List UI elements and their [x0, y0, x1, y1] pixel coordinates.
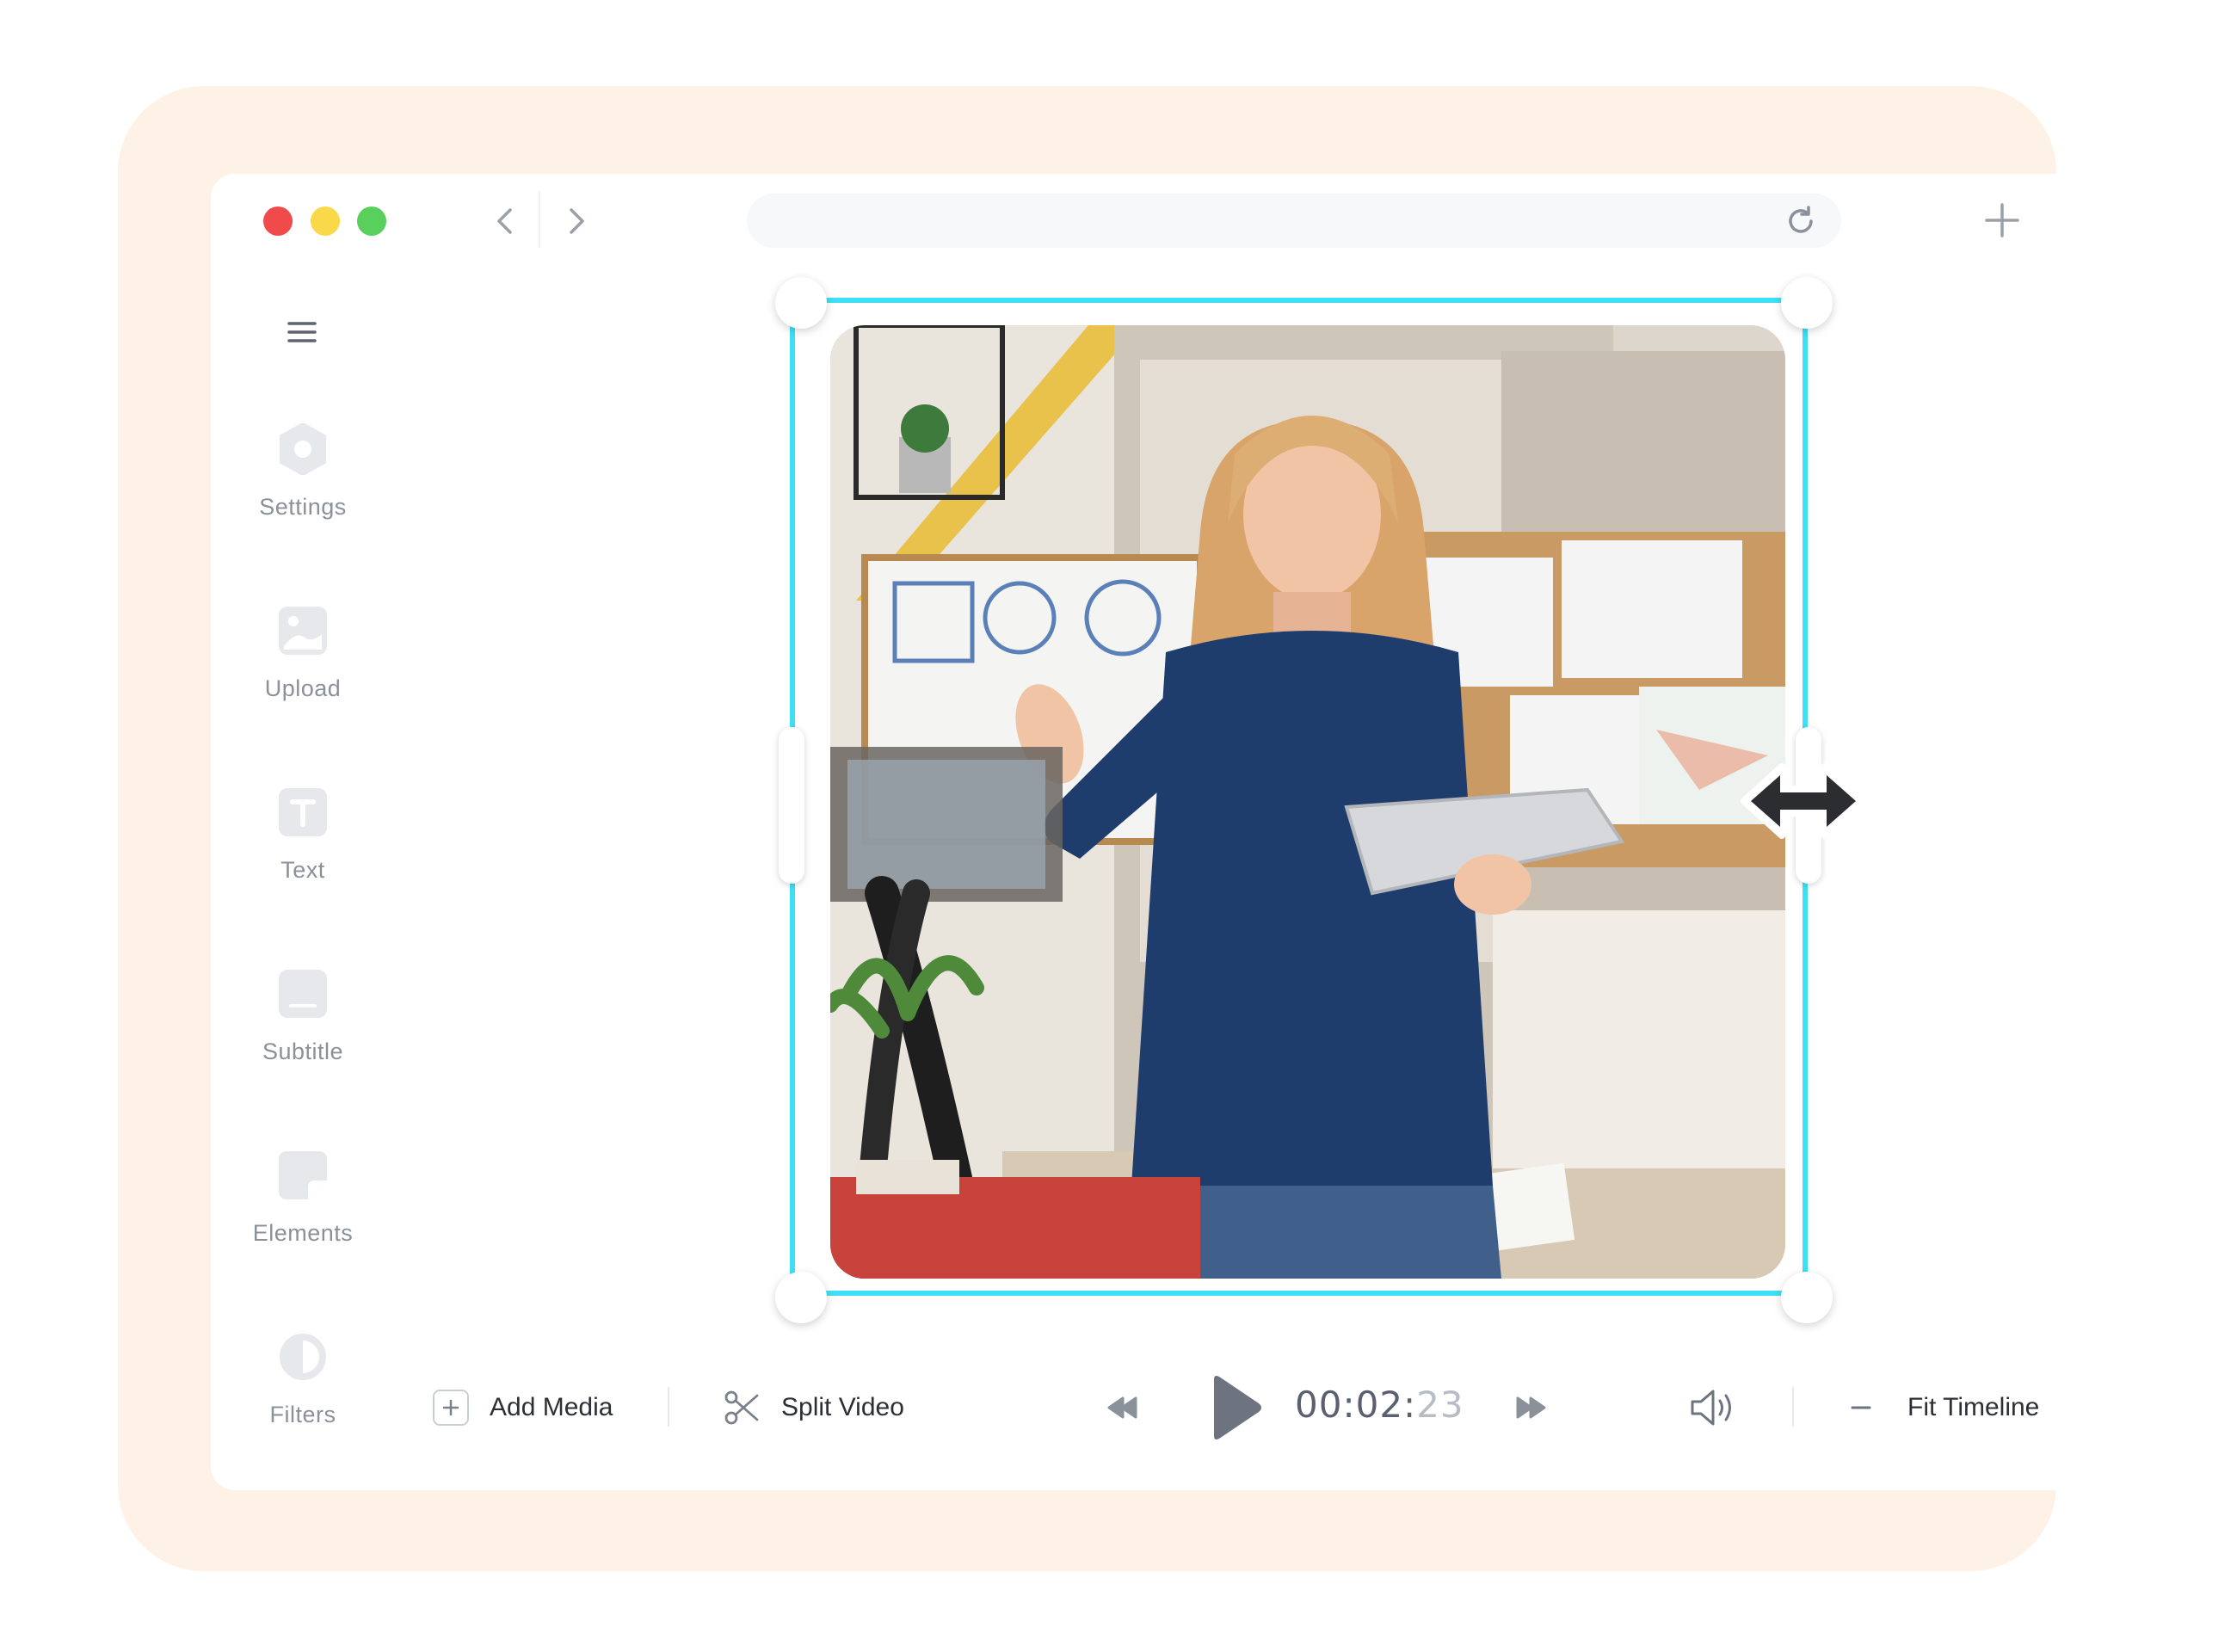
gear-icon — [280, 423, 326, 475]
sidebar-item-label: Text — [280, 857, 325, 883]
scissors-icon — [724, 1390, 759, 1425]
sidebar-item-elements[interactable]: Elements — [231, 1150, 375, 1279]
selection-frame[interactable] — [790, 298, 1808, 1296]
resize-handle-bottom-left[interactable] — [775, 1272, 827, 1323]
reload-icon — [1789, 206, 1813, 233]
sidebar-item-upload[interactable]: Upload — [231, 605, 375, 734]
zoom-out-button[interactable] — [1848, 1381, 1874, 1434]
time-frames: 23 — [1416, 1384, 1464, 1426]
fast-forward-icon — [1516, 1396, 1546, 1419]
toolbar-divider — [1792, 1387, 1794, 1427]
sidebar-item-subtitle[interactable]: Subtitle — [231, 968, 375, 1097]
sidebar-item-filters[interactable]: Filters — [231, 1331, 375, 1460]
minimize-window-button[interactable] — [311, 206, 340, 236]
add-media-label: Add Media — [490, 1393, 613, 1421]
time-main: 00:02: — [1295, 1384, 1417, 1426]
sidebar-item-text[interactable]: Text — [231, 786, 375, 915]
add-media-button[interactable]: Add Media — [433, 1381, 613, 1434]
volume-button[interactable] — [1689, 1381, 1739, 1434]
nav-divider — [539, 191, 540, 248]
fit-timeline-button[interactable]: Fit Timeline — [1907, 1381, 2039, 1434]
image-upload-icon — [279, 607, 327, 655]
new-tab-button[interactable] — [1983, 201, 2021, 239]
sidebar-item-label: Settings — [259, 494, 347, 520]
rewind-button[interactable] — [1106, 1381, 1142, 1434]
minus-icon — [1851, 1406, 1871, 1409]
resize-handle-top-right[interactable] — [1781, 277, 1833, 329]
back-button[interactable] — [484, 200, 527, 243]
volume-icon — [1691, 1390, 1731, 1426]
resize-handle-left[interactable] — [779, 727, 804, 884]
plus-icon — [1985, 203, 2019, 237]
fast-forward-button[interactable] — [1512, 1381, 1548, 1434]
address-bar[interactable] — [747, 194, 1841, 248]
resize-handle-bottom-right[interactable] — [1781, 1272, 1833, 1323]
play-icon — [1214, 1376, 1261, 1439]
split-video-label: Split Video — [781, 1393, 904, 1421]
rewind-icon — [1107, 1396, 1137, 1419]
toolbar-divider — [668, 1387, 669, 1427]
sidebar-item-label: Upload — [264, 675, 342, 701]
menu-icon — [287, 322, 317, 342]
sidebar-item-settings[interactable]: Settings — [231, 423, 375, 552]
chevron-left-icon — [497, 208, 512, 234]
add-icon — [433, 1390, 469, 1426]
horizontal-resize-cursor-icon — [1741, 761, 1866, 841]
fit-timeline-label: Fit Timeline — [1907, 1393, 2040, 1421]
reload-button[interactable] — [1783, 203, 1819, 239]
forward-button[interactable] — [555, 200, 598, 243]
maximize-window-button[interactable] — [357, 206, 386, 236]
elements-icon — [279, 1151, 327, 1199]
resize-handle-top-left[interactable] — [775, 277, 827, 329]
play-button[interactable] — [1209, 1372, 1266, 1443]
close-window-button[interactable] — [263, 206, 293, 236]
hamburger-menu-button[interactable] — [284, 315, 320, 349]
sidebar-item-label: Subtitle — [262, 1039, 344, 1064]
sidebar-item-label: Elements — [252, 1220, 354, 1246]
split-video-button[interactable]: Split Video — [723, 1381, 904, 1434]
chevron-right-icon — [570, 208, 584, 234]
playback-time: 00:02:23 — [1295, 1384, 1464, 1426]
filters-icon — [280, 1334, 326, 1380]
text-icon — [279, 788, 327, 836]
subtitle-icon — [279, 970, 327, 1018]
sidebar-item-label: Filters — [269, 1402, 336, 1427]
